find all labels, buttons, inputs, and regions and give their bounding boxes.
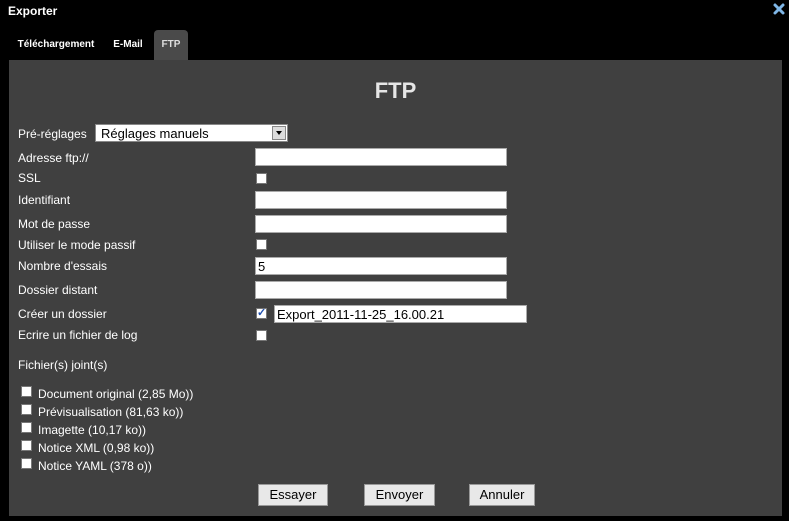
tab-email[interactable]: E-Mail [106, 30, 150, 60]
ssl-checkbox[interactable] [256, 173, 267, 184]
attachment-label-xml: Notice XML (0,98 ko)) [38, 441, 155, 455]
tab-ftp[interactable]: FTP [154, 30, 188, 60]
presets-select[interactable]: Réglages manuels [95, 124, 288, 142]
attachment-checkbox-thumbnail[interactable] [21, 422, 32, 433]
username-input[interactable] [255, 191, 507, 209]
presets-label: Pré-réglages [18, 127, 87, 141]
remote-folder-label: Dossier distant [18, 283, 98, 297]
window-title: Exporter [8, 4, 58, 18]
close-icon[interactable] [772, 2, 786, 16]
title-bar: Exporter [0, 0, 789, 22]
attachments-label: Fichier(s) joint(s) [18, 358, 108, 372]
cancel-button[interactable]: Annuler [469, 484, 535, 506]
tab-telechargement[interactable]: Téléchargement [10, 30, 102, 60]
username-label: Identifiant [18, 193, 71, 207]
passive-mode-label: Utiliser le mode passif [18, 238, 136, 252]
attachment-checkbox-preview[interactable] [21, 404, 32, 415]
ftp-address-input[interactable] [255, 148, 507, 166]
chevron-down-icon[interactable] [272, 126, 286, 140]
attachment-checkbox-xml[interactable] [21, 440, 32, 451]
password-label: Mot de passe [18, 217, 91, 231]
log-file-label: Ecrire un fichier de log [18, 328, 138, 342]
attachment-label-original: Document original (2,85 Mo)) [38, 387, 194, 401]
ftp-address-label: Adresse ftp:// [18, 151, 89, 165]
retries-label: Nombre d'essais [18, 259, 107, 273]
ftp-panel: FTP Pré-réglages Réglages manuels Adress… [9, 60, 782, 516]
retries-input[interactable] [255, 257, 507, 275]
presets-value: Réglages manuels [101, 126, 209, 141]
attachment-label-preview: Prévisualisation (81,63 ko)) [38, 405, 184, 419]
send-button[interactable]: Envoyer [364, 484, 435, 506]
panel-heading: FTP [374, 78, 417, 103]
tab-bar: Téléchargement E-Mail FTP [0, 30, 789, 60]
create-folder-input[interactable] [274, 305, 527, 323]
password-input[interactable] [255, 215, 507, 233]
passive-mode-checkbox[interactable] [256, 239, 267, 250]
create-folder-checkbox[interactable] [256, 306, 267, 319]
remote-folder-input[interactable] [255, 281, 507, 299]
attachment-label-yaml: Notice YAML (378 o)) [38, 459, 152, 473]
create-folder-label: Créer un dossier [18, 307, 107, 321]
attachment-checkbox-yaml[interactable] [21, 458, 32, 469]
attachment-checkbox-original[interactable] [21, 386, 32, 397]
attachment-label-thumbnail: Imagette (10,17 ko)) [38, 423, 147, 437]
ssl-label: SSL [18, 171, 41, 185]
log-file-checkbox[interactable] [256, 330, 267, 341]
test-button[interactable]: Essayer [258, 484, 328, 506]
